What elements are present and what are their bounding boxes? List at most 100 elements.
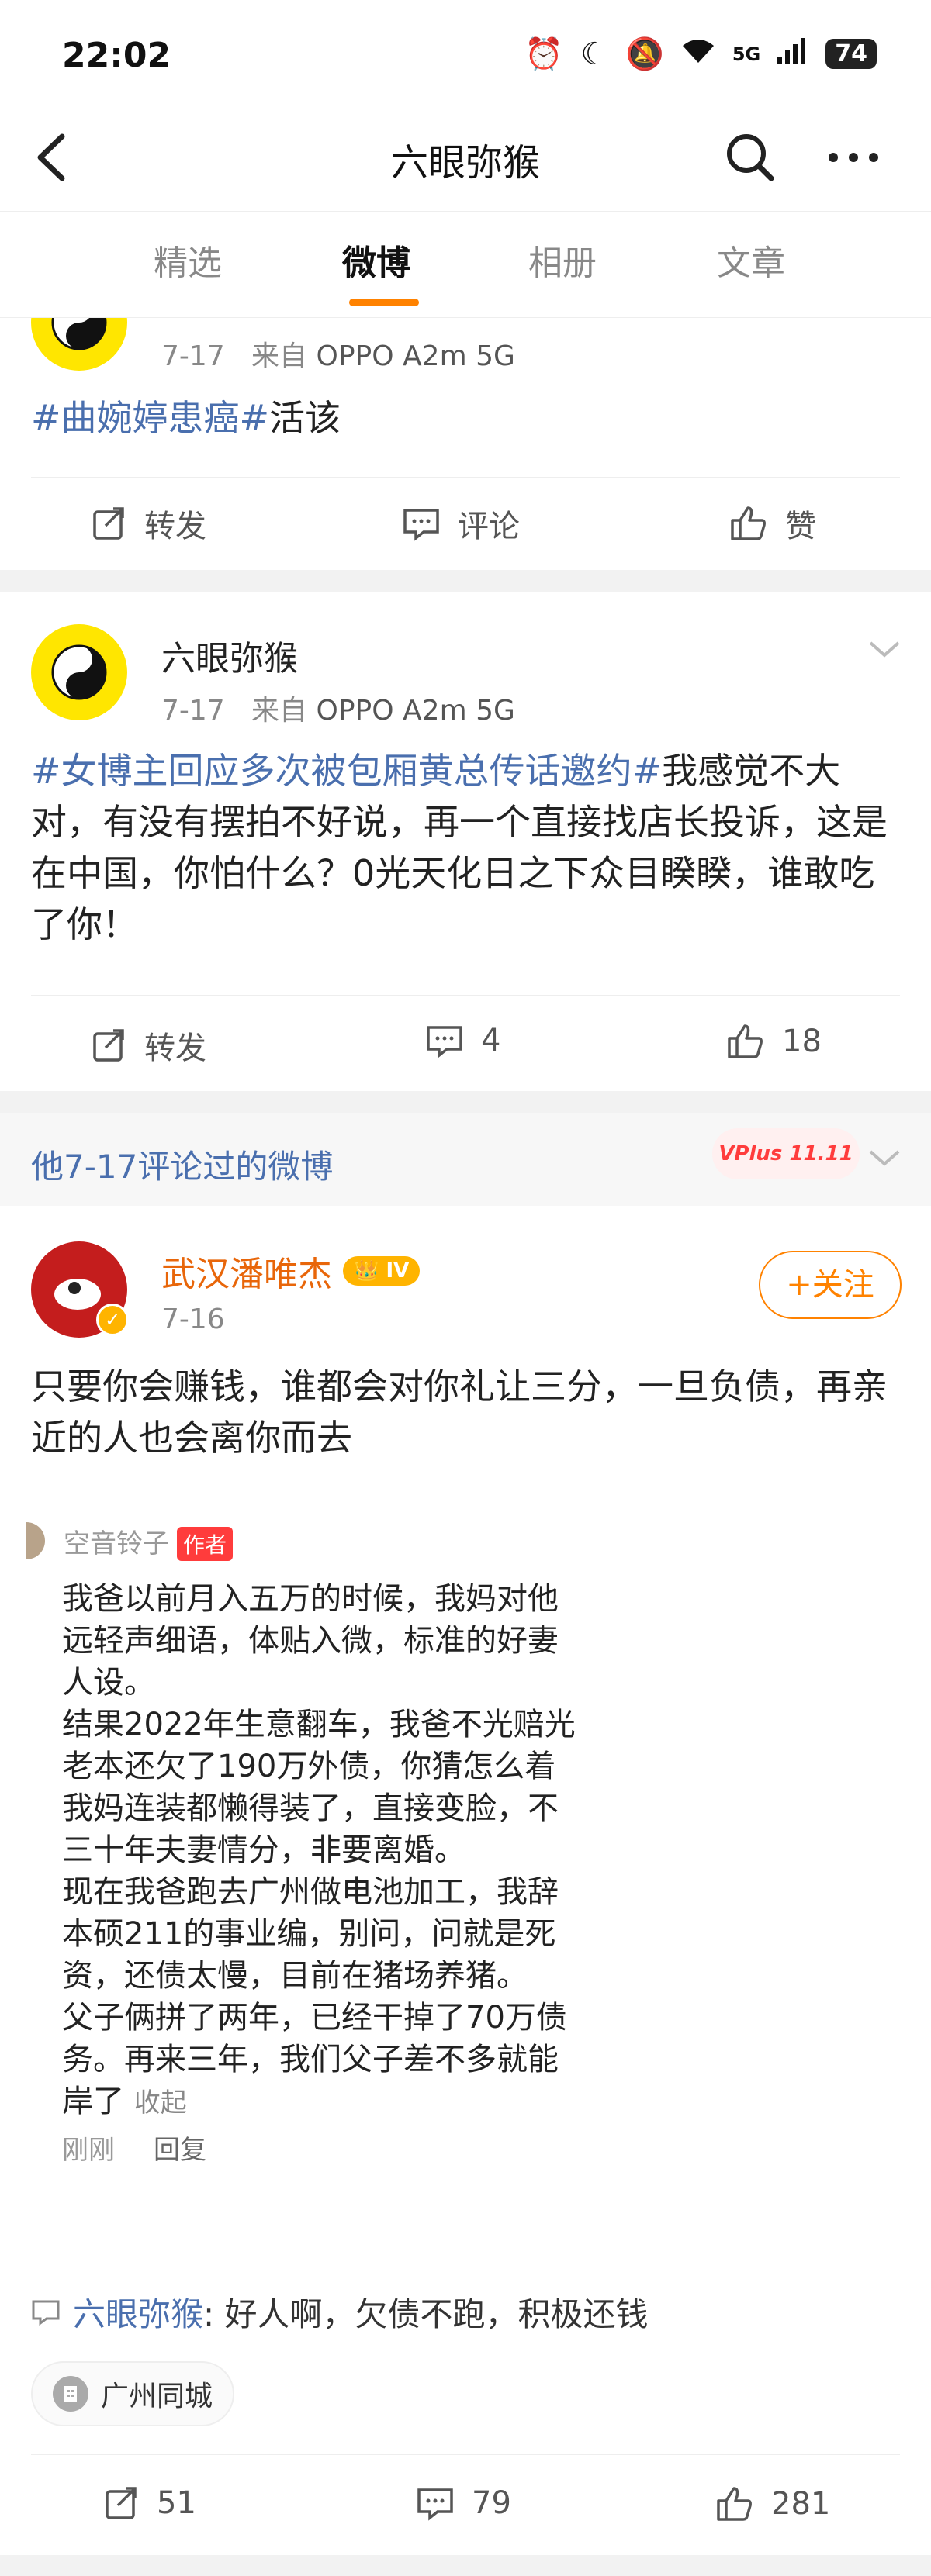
author-name[interactable]: 六眼弥猴 [161, 630, 298, 680]
like-button[interactable]: 281 [715, 2485, 830, 2522]
post-source: OPPO A2m 5G [316, 340, 515, 372]
like-label: 赞 [785, 509, 816, 544]
comment-reply-row[interactable]: 六眼弥猴: 好人啊，欠债不跑，积极还钱 [31, 2288, 649, 2336]
yin-yang-icon [51, 318, 107, 350]
repost-button[interactable]: 51 [104, 2485, 196, 2521]
tab-album[interactable]: 相册 [493, 235, 632, 285]
level-label: IV [386, 1259, 410, 1283]
comment-icon [32, 2300, 60, 2326]
repost-button[interactable]: 转发 [92, 1023, 206, 1068]
author-name[interactable]: 武汉潘唯杰 [161, 1246, 332, 1296]
repost-label: 转发 [144, 509, 206, 544]
quote-line: 远轻声细语，体贴入微，标准的好妻 [62, 1623, 559, 1659]
yin-yang-icon [51, 644, 107, 700]
post-text: #女博主回应多次被包厢黄总传话邀约#我感觉不大对，有没有摆拍不好说，再一个直接找… [31, 745, 900, 950]
reply-author[interactable]: 六眼弥猴 [73, 2295, 203, 2333]
quote-text: 我爸以前月入五万的时候，我妈对他 远轻声细语，体贴入微，标准的好妻 人设。 结果… [62, 1578, 616, 2124]
quote-line: 务。再来三年，我们父子差不多就能 [62, 2042, 559, 2077]
reply-separator: : [203, 2295, 215, 2333]
post-date: 7-17 [161, 695, 225, 727]
comment-icon [403, 509, 439, 541]
vplus-badge[interactable]: VPlus 11.11 [712, 1128, 860, 1179]
location-label: 广州同城 [101, 2381, 213, 2412]
quote-line: 老本还欠了190万外债，你猜怎么着 [62, 1749, 556, 1784]
wifi-icon [681, 36, 715, 72]
quote-line: 结果2022年生意翻车，我爸不光赔光 [62, 1707, 576, 1742]
topic-link[interactable]: #女博主回应多次被包厢黄总传话邀约# [31, 750, 662, 792]
chevron-down-icon[interactable] [867, 638, 902, 665]
avatar[interactable] [31, 318, 127, 371]
tab-articles[interactable]: 文章 [681, 235, 821, 285]
comment-button[interactable]: 评论 [402, 501, 520, 546]
status-time: 22:02 [62, 36, 171, 75]
quote-reply-link[interactable]: 回复 [154, 2129, 206, 2167]
card-separator [0, 1091, 931, 1113]
profile-tabs: 精选 微博 相册 文章 [0, 211, 931, 318]
page-title: 六眼弥猴 [390, 141, 540, 185]
post-card[interactable]: 7-17 来自 OPPO A2m 5G #曲婉婷患癌#活该 转发 评论 赞 [0, 318, 931, 570]
more-dots-icon [829, 153, 878, 162]
quote-line: 本硕211的事业编，别问，问就是死 [62, 1916, 556, 1952]
comment-button[interactable]: 79 [416, 2485, 511, 2521]
embedded-screenshot[interactable]: 空音铃子 作者 我爸以前月入五万的时候，我妈对他 远轻声细语，体贴入微，标准的好妻… [26, 1516, 616, 2291]
quote-line: 我妈连装都懒得装了，直接变脸，不 [62, 1790, 559, 1826]
location-tag[interactable]: 广州同城 [31, 2361, 235, 2426]
repost-button[interactable]: 转发 [92, 501, 206, 546]
mute-icon: 🔕 [625, 36, 664, 72]
thumbs-up-icon [731, 506, 766, 540]
quote-line: 我爸以前月入五万的时候，我妈对他 [62, 1581, 559, 1617]
like-count: 18 [782, 1024, 822, 1059]
divider [31, 477, 900, 478]
quote-footer: 刚刚 回复 [62, 2129, 206, 2167]
post-text: 只要你会赚钱，谁都会对你礼让三分，一旦负债，再亲近的人也会离你而去 [31, 1366, 888, 1459]
like-button[interactable]: 18 [726, 1023, 822, 1060]
share-icon [93, 1029, 124, 1062]
comment-count: 4 [481, 1023, 501, 1058]
comment-icon [427, 1026, 462, 1058]
thumbs-up-icon [728, 1024, 763, 1058]
quote-time: 刚刚 [62, 2135, 115, 2166]
like-button[interactable]: 赞 [729, 501, 816, 546]
chevron-left-icon [37, 133, 65, 181]
quote-line: 三十年夫妻情分，非要离婚。 [62, 1832, 466, 1868]
search-icon [727, 134, 774, 181]
commented-section-header: 他7-17评论过的微博 VPlus 11.11 [0, 1113, 931, 1206]
search-button[interactable] [723, 130, 777, 185]
comment-button[interactable]: 4 [425, 1023, 500, 1058]
more-button[interactable] [822, 130, 884, 185]
verified-badge-icon: ✓ [96, 1304, 129, 1336]
post-meta: 7-17 来自 OPPO A2m 5G [161, 688, 515, 728]
post-card[interactable]: 六眼弥猴 7-17 来自 OPPO A2m 5G #女博主回应多次被包厢黄总传话… [0, 592, 931, 1091]
quote-line: 父子俩拼了两年，已经干掉了70万债 [62, 2000, 567, 2036]
collapse-link[interactable]: 收起 [134, 2087, 187, 2118]
comment-icon [417, 2488, 453, 2521]
post-date: 7-16 [161, 1304, 225, 1335]
follow-button[interactable]: +关注 [759, 1251, 902, 1319]
app-header: 六眼弥猴 [0, 109, 931, 209]
topic-link[interactable]: #曲婉婷患癌# [31, 397, 269, 439]
chevron-down-icon[interactable] [867, 1147, 902, 1173]
quote-author-row: 空音铃子 作者 [64, 1522, 234, 1561]
back-button[interactable] [31, 130, 78, 185]
divider [31, 995, 900, 996]
status-icons: ⏰ ☾ 🔕 5G 74 [524, 36, 877, 72]
quote-line: 人设。 [62, 1665, 155, 1701]
like-count: 281 [771, 2486, 831, 2522]
tab-weibo[interactable]: 微博 [306, 235, 446, 285]
repost-count: 51 [157, 2485, 196, 2521]
author-tag: 作者 [177, 1527, 234, 1561]
building-icon [53, 2376, 88, 2412]
card-separator [0, 570, 931, 592]
post-text: #曲婉婷患癌#活该 [31, 392, 900, 444]
level-badge: 👑 IV [343, 1256, 421, 1286]
reply-text: 好人啊，欠债不跑，积极还钱 [214, 2295, 649, 2333]
divider [31, 2454, 900, 2455]
source-prefix: 来自 [251, 695, 308, 727]
avatar[interactable] [31, 624, 127, 720]
post-card[interactable]: ✓ 武汉潘唯杰 👑 IV 7-16 +关注 只要你会赚钱，谁都会对你礼让三分，一… [0, 1206, 931, 2555]
post-source: OPPO A2m 5G [316, 695, 515, 727]
comment-label: 评论 [458, 509, 520, 544]
tab-featured[interactable]: 精选 [118, 235, 258, 285]
quote-avatar [26, 1522, 45, 1559]
thumbs-up-icon [717, 2487, 752, 2521]
